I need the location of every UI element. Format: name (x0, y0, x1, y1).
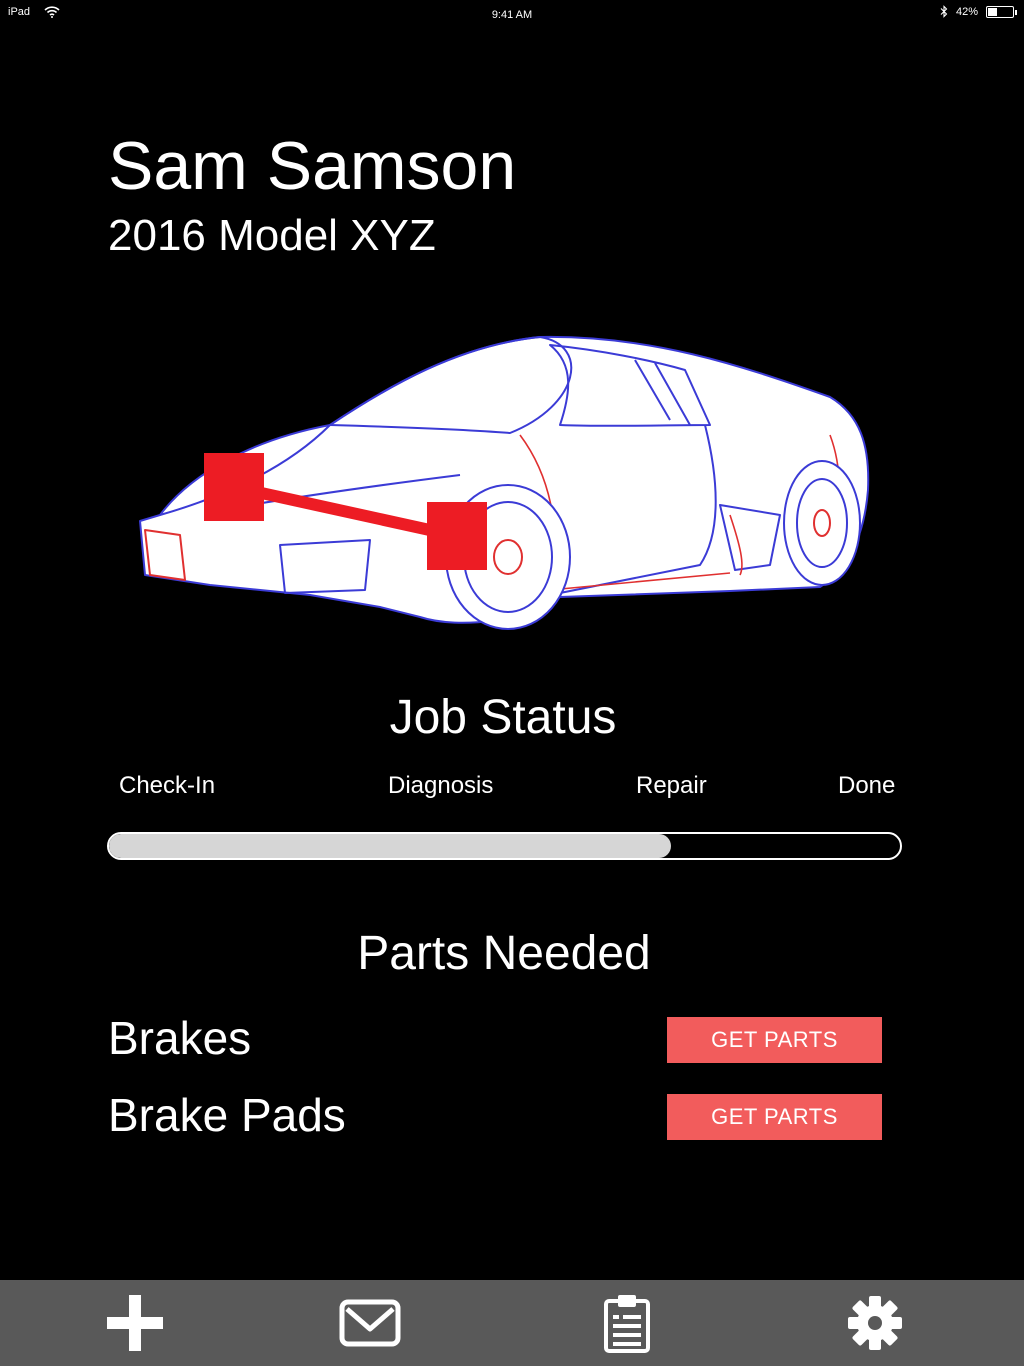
tab-bar (0, 1280, 1024, 1366)
stage-check-in: Check-In (119, 772, 216, 799)
vehicle-model: 2016 Model XYZ (108, 211, 436, 260)
bluetooth-icon (940, 5, 948, 18)
problem-marker-front (204, 453, 264, 521)
tab-messages[interactable] (335, 1290, 405, 1356)
job-status-title: Job Status (389, 691, 617, 744)
stage-repair: Repair (636, 772, 707, 799)
part-row: Brakes GET PARTS (108, 1012, 882, 1064)
part-name: Brakes (108, 1012, 252, 1064)
part-row: Brake Pads GET PARTS (108, 1089, 882, 1141)
stage-diagnosis: Diagnosis (388, 772, 494, 799)
part-name: Brake Pads (108, 1089, 346, 1141)
status-time: 9:41 AM (491, 9, 533, 21)
job-progress-fill (109, 834, 671, 858)
parts-needed-title: Parts Needed (357, 927, 651, 980)
status-bar: iPad 9:41 AM 42% (0, 0, 1024, 28)
battery-level (988, 7, 997, 16)
rear-wheel (783, 460, 861, 586)
gear-icon (848, 1296, 902, 1350)
clipboard-icon (604, 1295, 650, 1353)
stage-done: Done (838, 772, 896, 799)
mail-icon (339, 1299, 401, 1347)
tab-settings[interactable] (840, 1290, 910, 1356)
tab-add[interactable] (100, 1290, 170, 1356)
tab-jobs[interactable] (592, 1290, 662, 1356)
get-parts-button[interactable]: GET PARTS (667, 1094, 882, 1140)
status-bar-right: 42% (940, 5, 1017, 18)
plus-icon (107, 1295, 163, 1351)
battery-icon (986, 5, 1017, 18)
job-progress-bar (107, 832, 902, 860)
battery-percent: 42% (955, 5, 978, 18)
problem-marker-wheel (427, 502, 487, 570)
customer-name: Sam Samson (108, 128, 517, 204)
get-parts-button[interactable]: GET PARTS (667, 1017, 882, 1063)
car-diagram (139, 335, 870, 630)
